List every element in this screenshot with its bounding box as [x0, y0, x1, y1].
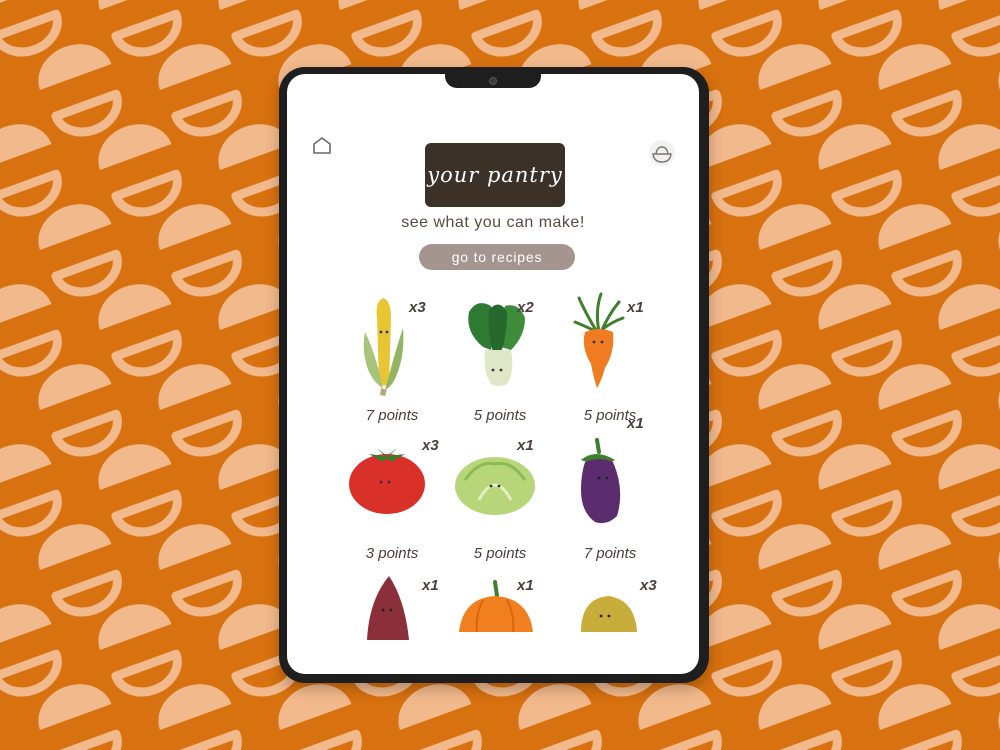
pattern-shape — [38, 364, 122, 457]
pantry-item-pumpkin[interactable]: x1 — [455, 570, 555, 674]
points-label: 5 points — [473, 407, 527, 424]
pattern-shape — [818, 444, 902, 537]
quantity-label: x1 — [517, 437, 534, 454]
tablet-device: your pantry see what you can make! go to… — [279, 67, 709, 683]
pattern-shape — [38, 524, 122, 617]
pattern-shape — [758, 524, 842, 617]
pattern-shape — [818, 284, 902, 377]
pattern-shape — [878, 204, 962, 297]
pantry-item-potato[interactable]: x3 — [565, 570, 665, 674]
quantity-label: x3 — [409, 299, 426, 316]
corn-icon — [363, 298, 404, 396]
page-subtitle: see what you can make! — [401, 214, 585, 231]
home-icon — [313, 137, 331, 154]
pattern-shape — [38, 204, 122, 297]
quantity-label: x1 — [627, 299, 644, 316]
points-label: 7 points — [365, 407, 419, 424]
pantry-item-eggplant[interactable]: 7 points x1 — [565, 415, 665, 570]
pattern-shape — [158, 524, 242, 617]
app-screen: your pantry see what you can make! go to… — [287, 74, 699, 674]
camera-icon — [489, 77, 497, 85]
points-label: 5 points — [473, 545, 527, 562]
pattern-shape — [0, 124, 62, 217]
pattern-shape — [878, 524, 962, 617]
pantry-item-tomato[interactable]: x3 3 points — [347, 430, 447, 570]
quantity-label: x1 — [422, 577, 439, 594]
pattern-shape — [0, 444, 62, 537]
quantity-label: x3 — [640, 577, 657, 594]
bowl-icon — [649, 140, 675, 166]
pattern-shape — [158, 364, 242, 457]
pattern-shape — [878, 44, 962, 137]
pattern-shape — [758, 364, 842, 457]
pattern-shape — [0, 284, 62, 377]
quantity-label: x2 — [517, 299, 534, 316]
carrot-icon — [573, 292, 625, 388]
points-label: 3 points — [365, 545, 419, 562]
pattern-shape — [818, 604, 902, 697]
page-title: your pantry — [427, 163, 563, 187]
pantry-item-sweet-potato[interactable]: x1 — [347, 570, 447, 674]
pantry-item-carrot[interactable]: x1 5 points — [565, 292, 665, 432]
quantity-label: x1 — [517, 577, 534, 594]
pattern-shape — [98, 444, 182, 537]
pantry-item-bok-choy[interactable]: x2 5 points — [455, 292, 555, 432]
go-to-recipes-button[interactable]: go to recipes — [419, 244, 575, 270]
pumpkin-icon — [459, 580, 533, 633]
pattern-shape — [818, 124, 902, 217]
quantity-label: x3 — [422, 437, 439, 454]
pantry-item-cabbage[interactable]: x1 5 points — [455, 430, 555, 570]
pantry-item-corn[interactable]: x3 7 points — [347, 292, 447, 432]
pattern-shape — [98, 124, 182, 217]
points-label: 7 points — [583, 545, 637, 562]
quantity-label: x1 — [627, 415, 644, 432]
pattern-shape — [98, 284, 182, 377]
pattern-shape — [758, 44, 842, 137]
cabbage-icon — [455, 457, 535, 515]
camera-notch — [445, 74, 541, 88]
pattern-shape — [38, 44, 122, 137]
pattern-shape — [0, 604, 62, 697]
pattern-shape — [878, 364, 962, 457]
bowl-button[interactable] — [648, 139, 676, 167]
bok-choy-icon — [468, 303, 525, 386]
pattern-shape — [158, 204, 242, 297]
eggplant-icon — [581, 438, 621, 524]
page-title-badge: your pantry — [425, 143, 565, 207]
home-button[interactable] — [311, 135, 333, 157]
pattern-shape — [158, 44, 242, 137]
pattern-shape — [98, 604, 182, 697]
pattern-shape — [758, 204, 842, 297]
